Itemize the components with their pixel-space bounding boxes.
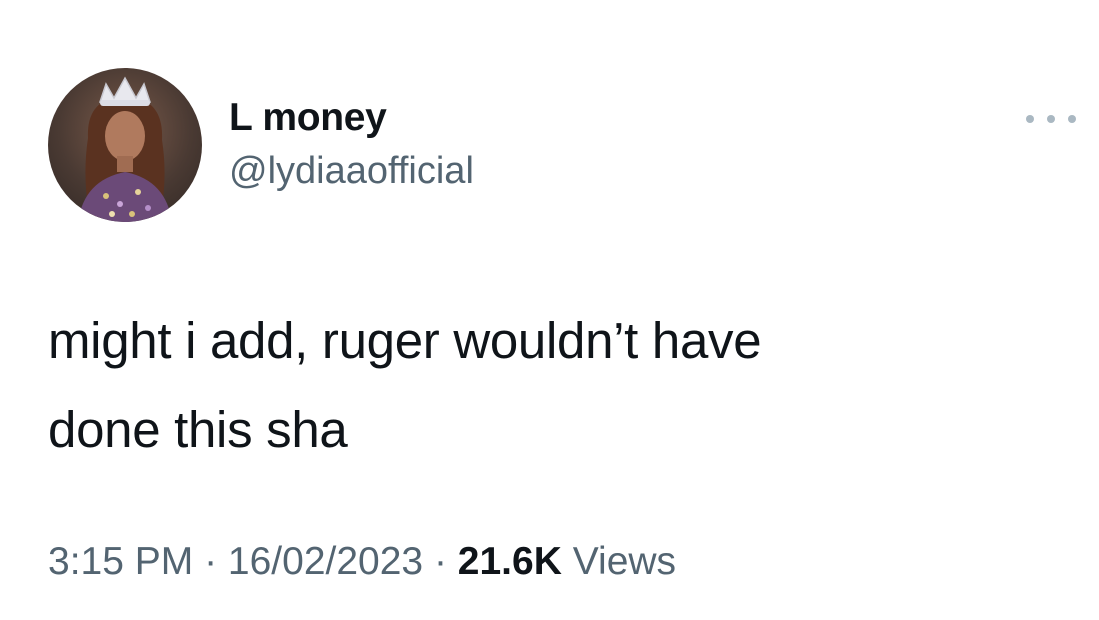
more-horizontal-icon [1047, 115, 1055, 123]
more-horizontal-icon [1026, 115, 1034, 123]
views-label[interactable]: Views [573, 540, 676, 583]
more-horizontal-icon [1068, 115, 1076, 123]
meta-separator: · [423, 540, 458, 583]
tweet-meta: 3:15 PM · 16/02/2023 · 21.6K Views [48, 540, 676, 584]
profile-photo [78, 76, 172, 222]
tweet-date[interactable]: 16/02/2023 [228, 540, 423, 583]
meta-separator: · [193, 540, 228, 583]
tweet-text-line: might i add, ruger wouldn’t have [48, 312, 762, 369]
display-name[interactable]: L money [229, 96, 387, 140]
tweet-time[interactable]: 3:15 PM [48, 540, 193, 583]
user-handle[interactable]: @lydiaaofficial [229, 150, 474, 193]
tweet-text-line: done this sha [48, 401, 348, 458]
more-options-button[interactable] [1026, 104, 1076, 134]
avatar[interactable] [48, 68, 202, 222]
tweet-text: might i add, ruger wouldn’t have done th… [48, 296, 1048, 474]
views-count[interactable]: 21.6K [458, 540, 562, 583]
